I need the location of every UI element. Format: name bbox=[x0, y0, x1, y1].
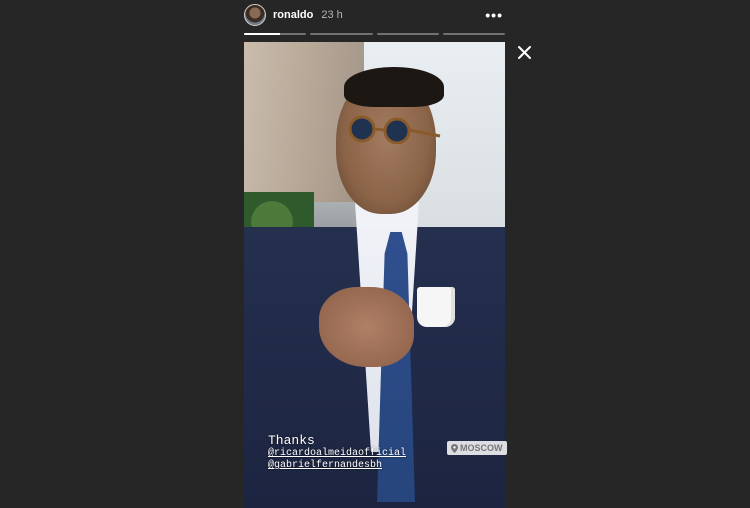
pin-icon bbox=[451, 443, 458, 453]
close-icon[interactable] bbox=[517, 45, 532, 60]
photo-hand bbox=[319, 287, 414, 367]
story-caption: Thanks @ricardoalmeidaofficial @gabrielf… bbox=[268, 434, 406, 472]
username[interactable]: ronaldo bbox=[273, 9, 313, 21]
more-options-icon[interactable]: ••• bbox=[485, 8, 503, 22]
story-header: ronaldo 23 h ••• bbox=[244, 3, 505, 27]
progress-segment bbox=[442, 33, 505, 35]
progress-segment bbox=[244, 33, 307, 35]
timestamp: 23 h bbox=[321, 9, 343, 21]
photo-cup bbox=[417, 287, 455, 327]
story-progress-bar bbox=[244, 33, 505, 35]
caption-title: Thanks bbox=[268, 433, 315, 448]
avatar[interactable] bbox=[244, 4, 266, 26]
location-label: MOSCOW bbox=[460, 443, 503, 453]
location-sticker[interactable]: MOSCOW bbox=[447, 441, 507, 455]
mention-link[interactable]: @ricardoalmeidaofficial bbox=[268, 448, 406, 460]
mention-link[interactable]: @gabrielfernandesbh bbox=[268, 460, 406, 472]
progress-fill bbox=[244, 33, 281, 35]
photo-hair bbox=[344, 67, 444, 107]
progress-segment bbox=[310, 33, 373, 35]
progress-segment bbox=[376, 33, 439, 35]
photo-sunglasses bbox=[348, 115, 441, 144]
